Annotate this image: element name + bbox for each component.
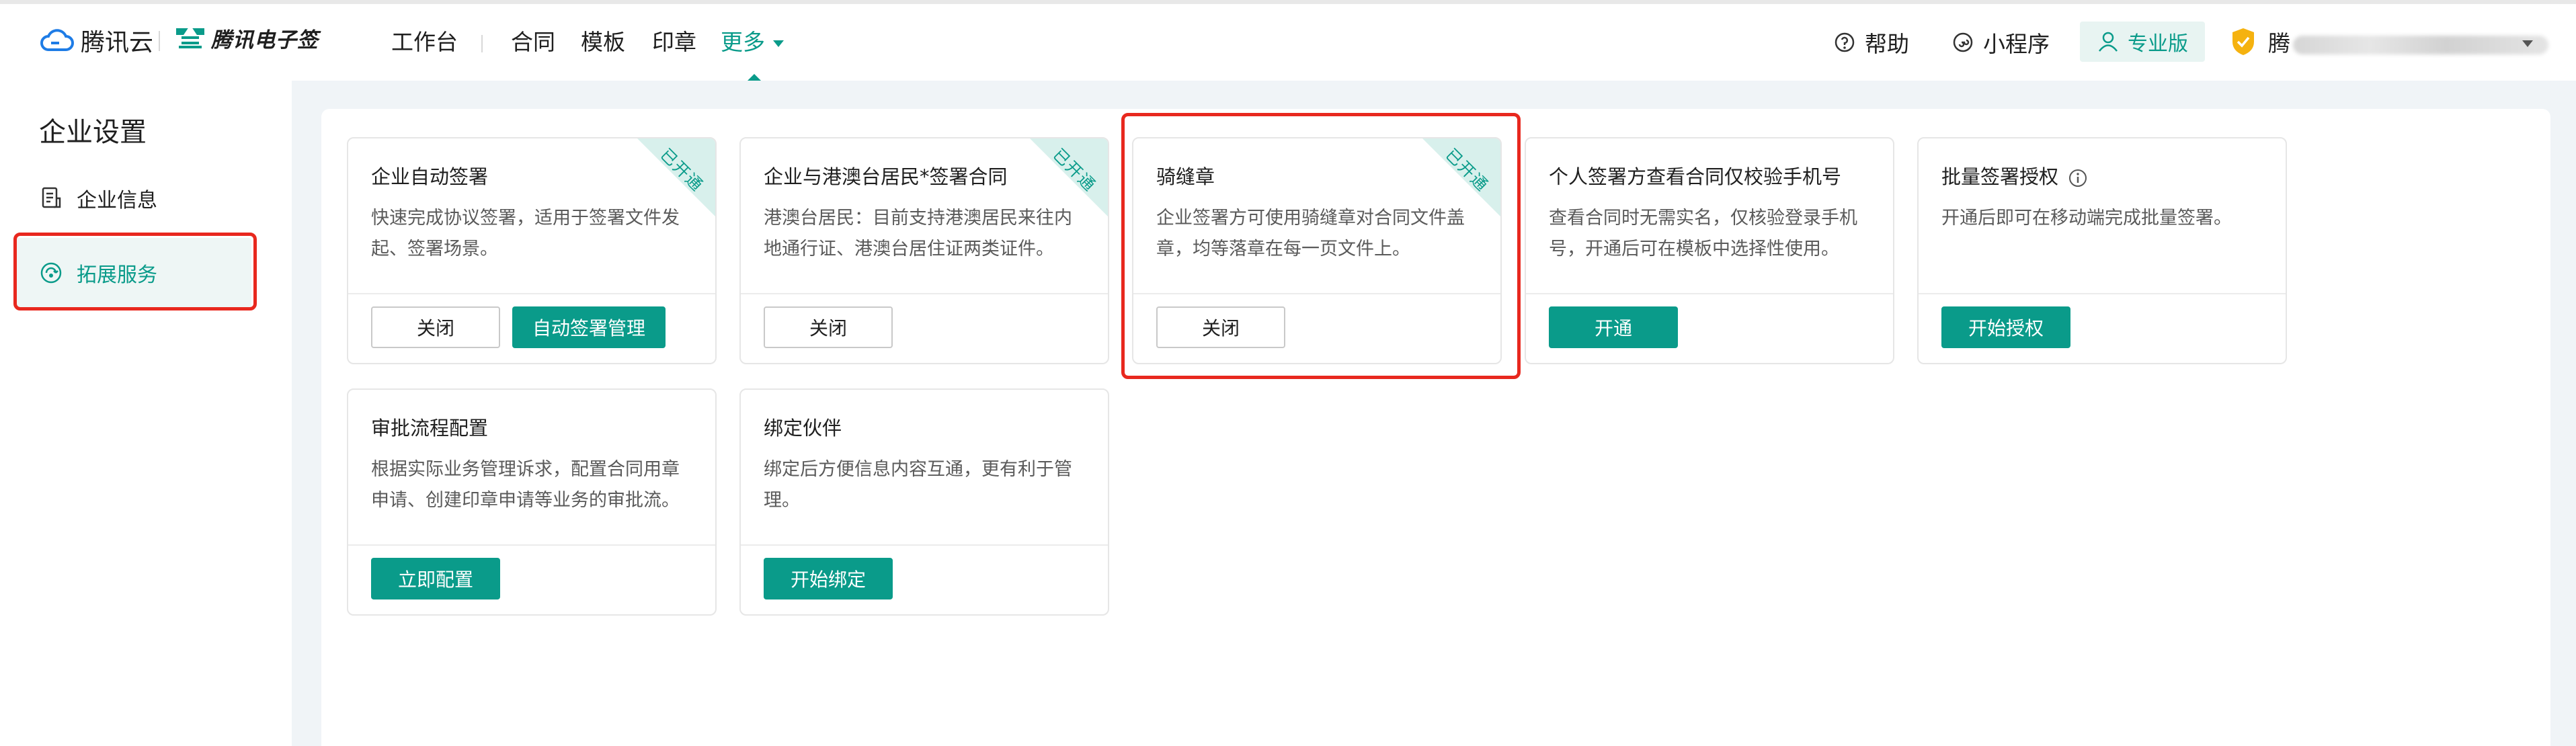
card-title: 审批流程配置 [371,417,489,440]
card-title: 绑定伙伴 [764,417,842,440]
tencent-cloud-logo[interactable]: 腾讯云 [39,23,153,58]
card-description: 绑定后方便信息内容互通，更有利于管理。 [764,459,1072,511]
user-dropdown-caret-icon[interactable] [2522,40,2533,47]
highlight-box-sidebar [13,233,257,310]
card-body: 绑定伙伴 绑定后方便信息内容互通，更有利于管理。 [741,390,1108,546]
question-icon [1835,32,1855,52]
auto-sign-manage-button[interactable]: 自动签署管理 [512,306,666,348]
card-actions: 立即配置 [348,546,715,614]
service-card-auto-sign: 企业自动签署 快速完成协议签署，适用于签署文件发起、签署场景。 已开通 关闭 自… [347,137,717,364]
card-description: 根据实际业务管理诉求，配置合同用章申请、创建印章申请等业务的审批流。 [371,459,680,511]
card-description: 查看合同时无需实名，仅核验登录手机号，开通后可在模板中选择性使用。 [1549,208,1857,259]
service-card-hk-macao-taiwan: 企业与港澳台居民*签署合同 港澳台居民：目前支持港澳居民来往内地通行证、港澳台居… [739,137,1109,364]
card-title-text: 批量签署授权 [1941,165,2059,188]
esign-logo[interactable]: 腾讯电子签 [176,23,319,53]
esign-name: 腾讯电子签 [211,28,319,52]
card-actions: 关闭 [741,294,1108,363]
help-label: 帮助 [1865,31,1909,57]
enable-button[interactable]: 开通 [1549,306,1678,348]
nav-more[interactable]: 更多 [721,27,784,58]
enabled-ribbon: 已开通 [1030,138,1108,216]
service-card-batch-sign: 批量签署授权 开通后即可在移动端完成批量签署。 开始授权 [1917,137,2287,364]
card-actions: 开始绑定 [741,546,1108,614]
configure-now-button[interactable]: 立即配置 [371,558,500,599]
service-card-bind-partner: 绑定伙伴 绑定后方便信息内容互通，更有利于管理。 开始绑定 [739,388,1109,616]
nav-seals[interactable]: 印章 [652,27,696,58]
card-actions: 开通 [1526,294,1893,363]
card-title: 批量签署授权 [1941,161,2088,190]
card-title: 企业自动签署 [371,165,489,188]
nav-workbench[interactable]: 工作台 [391,27,458,58]
card-title: 企业与港澳台居民*签署合同 [764,165,1008,188]
document-icon [42,187,61,208]
brand-divider [159,31,160,51]
card-description: 开通后即可在移动端完成批量签署。 [1941,208,2232,229]
nav-divider [481,35,483,52]
service-card-approval-flow: 审批流程配置 根据实际业务管理诉求，配置合同用章申请、创建印章申请等业务的审批流… [347,388,717,616]
user-name-visible: 腾 [2268,30,2290,56]
info-icon[interactable] [2068,168,2088,188]
nav-contracts[interactable]: 合同 [511,27,555,58]
close-button[interactable]: 关闭 [371,306,500,348]
sidebar: 企业设置 企业信息 拓展服务 [0,81,292,746]
nav-more-label: 更多 [721,29,765,55]
mini-program-label: 小程序 [1983,31,2050,57]
edition-badge[interactable]: 专业版 [2080,22,2205,62]
card-body: 企业自动签署 快速完成协议签署，适用于签署文件发起、签署场景。 已开通 [348,138,715,294]
service-card-phone-verify: 个人签署方查看合同仅校验手机号 查看合同时无需实名，仅核验登录手机号，开通后可在… [1525,137,1894,364]
pro-edition-icon [2099,32,2118,52]
sidebar-title: 企业设置 [39,117,147,148]
enabled-ribbon: 已开通 [637,138,715,216]
close-button[interactable]: 关闭 [764,306,893,348]
cloud-icon [40,29,74,51]
card-body: 批量签署授权 开通后即可在移动端完成批量签署。 [1919,138,2286,294]
help-link[interactable]: 帮助 [1834,27,1909,58]
caret-down-icon [773,40,784,47]
mini-program-icon [1953,32,1973,52]
start-authorize-button[interactable]: 开始授权 [1941,306,2070,348]
sidebar-item-company-info[interactable]: 企业信息 [39,185,157,212]
card-body: 企业与港澳台居民*签署合同 港澳台居民：目前支持港澳居民来往内地通行证、港澳台居… [741,138,1108,294]
card-title: 个人签署方查看合同仅校验手机号 [1549,165,1842,188]
highlight-box-seam-seal [1121,113,1521,379]
sidebar-item-label: 企业信息 [77,189,157,212]
user-name-redacted [2293,35,2548,54]
nav-templates[interactable]: 模板 [581,27,625,58]
card-body: 个人签署方查看合同仅校验手机号 查看合同时无需实名，仅核验登录手机号，开通后可在… [1526,138,1893,294]
esign-mark-icon [176,28,204,48]
card-body: 审批流程配置 根据实际业务管理诉求，配置合同用章申请、创建印章申请等业务的审批流… [348,390,715,546]
brand-name: 腾讯云 [81,29,154,56]
card-actions: 关闭 自动签署管理 [348,294,715,363]
card-actions: 开始授权 [1919,294,2286,363]
verified-shield-icon [2232,28,2254,55]
edition-label: 专业版 [2128,32,2188,56]
start-binding-button[interactable]: 开始绑定 [764,558,893,599]
mini-program-link[interactable]: 小程序 [1952,27,2050,58]
